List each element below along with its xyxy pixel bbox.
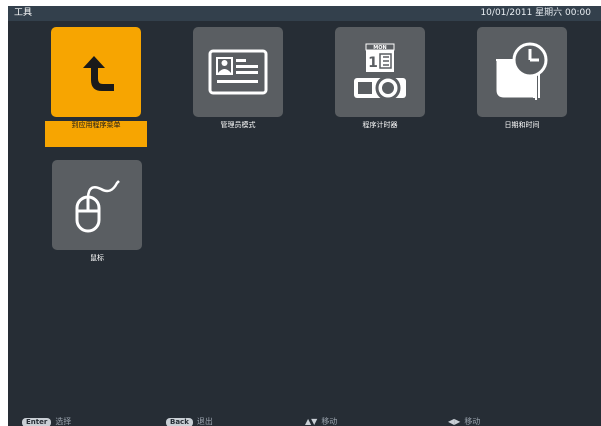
- projector-menu-screen: 工具 10/01/2011 星期六 00:00 到应用程序菜单 管理员模式 MO…: [8, 6, 601, 426]
- hint-move-vertical: ▲▼ 移动: [305, 417, 337, 426]
- clock-note-icon: [477, 27, 567, 117]
- hint-text: 移动: [321, 417, 338, 426]
- tile-admin-mode[interactable]: 管理员模式: [193, 27, 283, 147]
- return-arrow-icon: [51, 27, 141, 117]
- hint-text: 移动: [464, 417, 481, 426]
- calendar-projector-icon: MON 1: [335, 27, 425, 117]
- enter-key-icon: Enter: [22, 418, 52, 426]
- date-time-display: 10/01/2011 星期六 00:00: [480, 8, 591, 18]
- tile-label: 鼠标: [90, 254, 104, 262]
- hint-back: Back 退出: [166, 417, 213, 426]
- back-key-icon: Back: [166, 418, 193, 426]
- hint-move-horizontal: ◀▶ 移动: [448, 417, 480, 426]
- status-bar: Enter 选择 Back 退出 ▲▼ 移动 ◀▶ 移动: [8, 417, 601, 426]
- tile-date-time[interactable]: 日期和时间: [477, 27, 567, 147]
- up-down-arrow-icon: ▲▼: [305, 417, 318, 426]
- svg-text:MON: MON: [373, 45, 386, 51]
- id-card-icon: [193, 27, 283, 117]
- tile-mouse[interactable]: 鼠标: [52, 160, 142, 280]
- hint-text: 退出: [196, 417, 213, 426]
- tile-label: 管理员模式: [220, 121, 256, 129]
- hint-text: 选择: [55, 417, 72, 426]
- title-bar: 工具 10/01/2011 星期六 00:00: [8, 6, 601, 21]
- left-right-arrow-icon: ◀▶: [448, 417, 461, 426]
- mouse-icon: [52, 160, 142, 250]
- tile-application-menu[interactable]: 到应用程序菜单: [45, 27, 147, 147]
- hint-enter: Enter 选择: [22, 417, 71, 426]
- tile-label: 程序计时器: [362, 121, 398, 129]
- menu-title: 工具: [14, 8, 33, 18]
- tile-program-timer[interactable]: MON 1 程序计时器: [335, 27, 425, 147]
- tile-label: 日期和时间: [504, 121, 540, 129]
- tile-label: 到应用程序菜单: [45, 121, 147, 147]
- svg-text:1: 1: [368, 55, 378, 71]
